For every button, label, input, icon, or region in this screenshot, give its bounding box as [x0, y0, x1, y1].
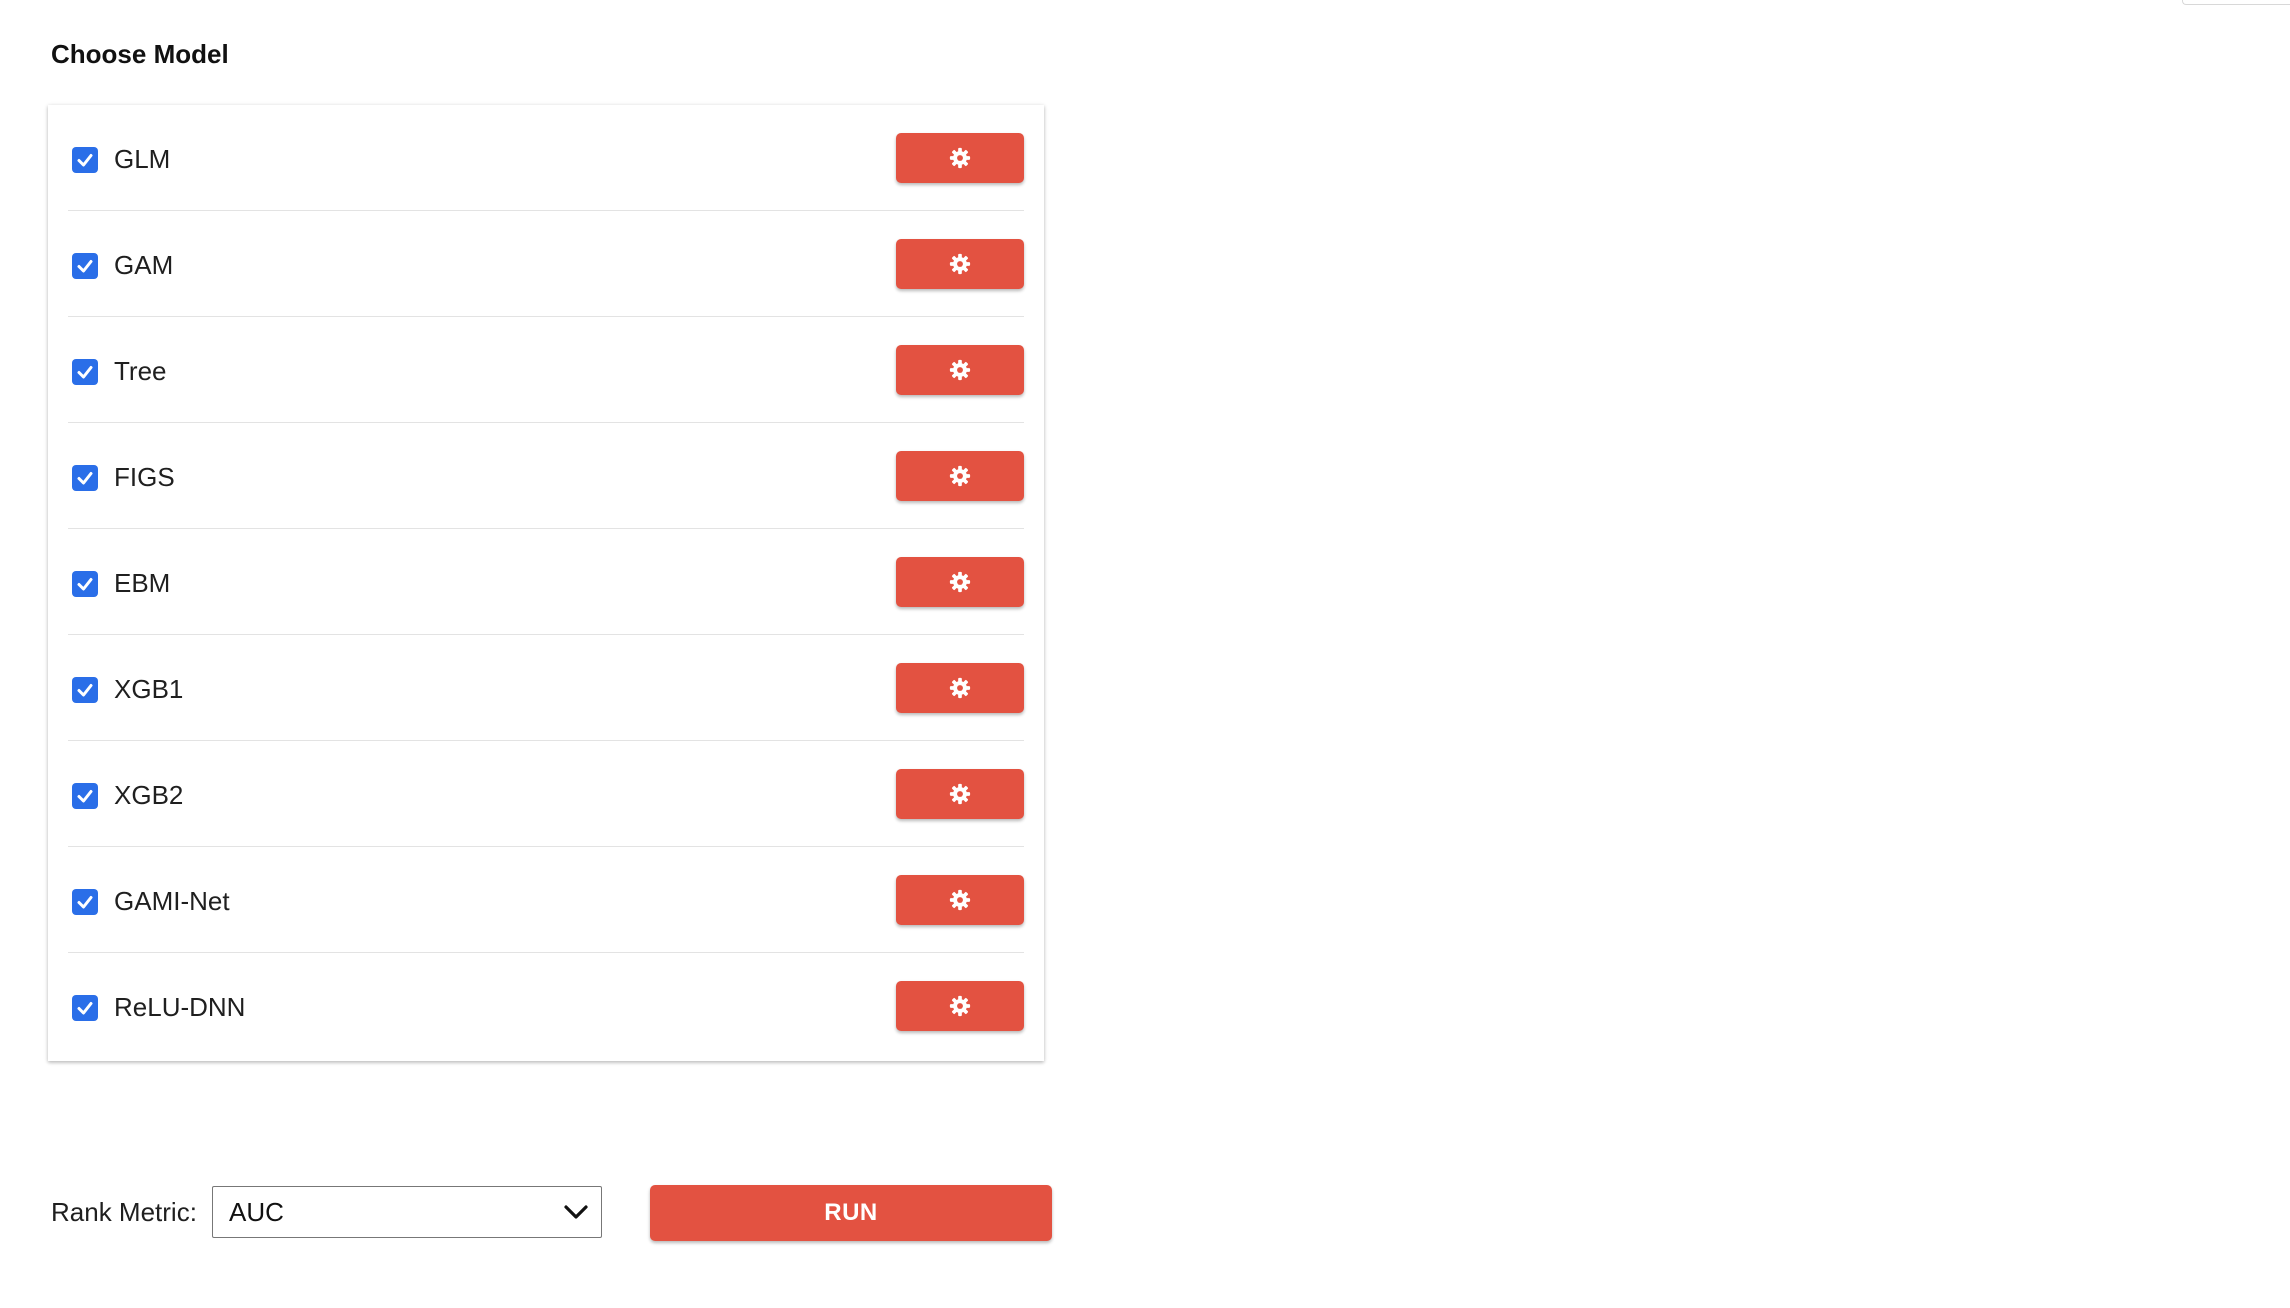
model-label: EBM [114, 568, 171, 598]
gear-icon [949, 783, 971, 805]
gear-icon [949, 147, 971, 169]
model-settings-button[interactable] [896, 981, 1024, 1031]
model-settings-button[interactable] [896, 239, 1024, 289]
section-title: Choose Model [51, 39, 229, 69]
model-checkbox[interactable] [72, 783, 98, 809]
model-checkbox[interactable] [72, 465, 98, 491]
model-checkbox[interactable] [72, 889, 98, 915]
model-settings-button[interactable] [896, 133, 1024, 183]
model-row: XGB1 [68, 635, 1024, 741]
model-label: GAMI-Net [114, 886, 230, 916]
model-settings-button[interactable] [896, 345, 1024, 395]
model-label: FIGS [114, 462, 175, 492]
page: Choose Model GLM GAM Tree FIGS EBM XGB1 XGB2 GA… [0, 0, 2290, 1308]
gear-icon [949, 889, 971, 911]
model-label: XGB2 [114, 780, 184, 810]
checkmark-icon [75, 998, 95, 1018]
model-label: GLM [114, 144, 171, 174]
model-settings-button[interactable] [896, 769, 1024, 819]
model-row: ReLU-DNN [68, 953, 1024, 1059]
model-row: FIGS [68, 423, 1024, 529]
checkmark-icon [75, 574, 95, 594]
model-settings-button[interactable] [896, 557, 1024, 607]
chevron-down-icon [563, 1202, 589, 1227]
gear-icon [949, 995, 971, 1017]
model-row: EBM [68, 529, 1024, 635]
gear-icon [949, 359, 971, 381]
checkmark-icon [75, 150, 95, 170]
model-checkbox[interactable] [72, 677, 98, 703]
model-label: GAM [114, 250, 174, 280]
checkmark-icon [75, 892, 95, 912]
model-row: GAM [68, 211, 1024, 317]
checkmark-icon [75, 680, 95, 700]
model-label: ReLU-DNN [114, 992, 246, 1022]
model-row: GLM [68, 105, 1024, 211]
checkmark-icon [75, 786, 95, 806]
model-row: GAMI-Net [68, 847, 1024, 953]
gear-icon [949, 677, 971, 699]
checkmark-icon [75, 256, 95, 276]
model-row: Tree [68, 317, 1024, 423]
model-row: XGB2 [68, 741, 1024, 847]
rank-metric-selected-value: AUC [229, 1197, 284, 1227]
model-settings-button[interactable] [896, 663, 1024, 713]
model-list-panel: GLM GAM Tree FIGS EBM XGB1 XGB2 GAMI-Net ReLU-DN… [48, 105, 1044, 1061]
model-checkbox[interactable] [72, 147, 98, 173]
model-label: XGB1 [114, 674, 184, 704]
rank-metric-label: Rank Metric: [51, 1197, 197, 1227]
model-settings-button[interactable] [896, 875, 1024, 925]
window-edge [2182, 0, 2290, 5]
model-checkbox[interactable] [72, 571, 98, 597]
rank-metric-select[interactable]: AUC [212, 1186, 602, 1238]
model-label: Tree [114, 356, 167, 386]
run-button[interactable]: RUN [650, 1185, 1052, 1241]
gear-icon [949, 253, 971, 275]
checkmark-icon [75, 468, 95, 488]
model-checkbox[interactable] [72, 995, 98, 1021]
model-checkbox[interactable] [72, 359, 98, 385]
model-settings-button[interactable] [896, 451, 1024, 501]
model-checkbox[interactable] [72, 253, 98, 279]
gear-icon [949, 571, 971, 593]
checkmark-icon [75, 362, 95, 382]
gear-icon [949, 465, 971, 487]
